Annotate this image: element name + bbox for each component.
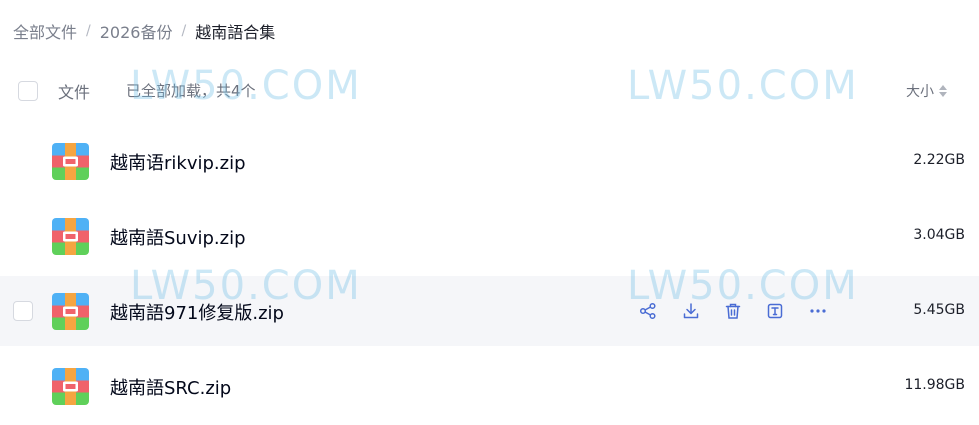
share-icon[interactable] xyxy=(637,300,659,322)
breadcrumb-separator: / xyxy=(86,23,91,39)
file-size: 5.45GB xyxy=(913,302,965,318)
rename-icon[interactable] xyxy=(764,300,786,322)
breadcrumb-current-folder: 越南語合集 xyxy=(195,23,276,42)
zip-archive-icon xyxy=(52,143,89,180)
load-status-text: 已全部加载，共4个 xyxy=(126,82,256,100)
sort-icon xyxy=(939,85,947,97)
more-icon[interactable] xyxy=(807,300,829,322)
breadcrumb-backup-folder[interactable]: 2026备份 xyxy=(100,19,173,43)
column-header-name: 文件 xyxy=(58,83,91,102)
file-row[interactable]: 越南語SRC.zip 11.98GB xyxy=(0,351,979,421)
file-name[interactable]: 越南語Suvip.zip xyxy=(110,224,246,250)
column-header-size-label: 大小 xyxy=(906,84,934,100)
file-name[interactable]: 越南語SRC.zip xyxy=(110,374,231,400)
file-size: 2.22GB xyxy=(913,152,965,168)
zip-archive-icon xyxy=(52,293,89,330)
file-size: 11.98GB xyxy=(904,377,965,393)
trash-icon[interactable] xyxy=(722,300,744,322)
file-size: 3.04GB xyxy=(913,227,965,243)
breadcrumb: 全部文件 / 2026备份 / 越南語合集 xyxy=(13,19,275,43)
file-name[interactable]: 越南语rikvip.zip xyxy=(110,149,246,175)
select-all-checkbox[interactable] xyxy=(18,81,38,101)
download-icon[interactable] xyxy=(680,300,702,322)
breadcrumb-separator: / xyxy=(181,23,187,39)
row-checkbox[interactable] xyxy=(13,301,33,321)
file-row[interactable]: 越南语rikvip.zip 2.22GB xyxy=(0,126,979,196)
breadcrumb-all-files[interactable]: 全部文件 xyxy=(13,19,77,43)
zip-archive-icon xyxy=(52,218,89,255)
file-name[interactable]: 越南語971修复版.zip xyxy=(110,299,284,325)
file-row[interactable]: 越南語Suvip.zip 3.04GB xyxy=(0,201,979,271)
file-row[interactable]: 越南語971修复版.zip 5.45GB xyxy=(0,276,979,346)
file-list-header: 文件 已全部加载，共4个 大小 xyxy=(0,62,979,120)
column-header-size[interactable]: 大小 xyxy=(906,81,947,101)
zip-archive-icon xyxy=(52,368,89,405)
row-actions xyxy=(621,294,845,328)
